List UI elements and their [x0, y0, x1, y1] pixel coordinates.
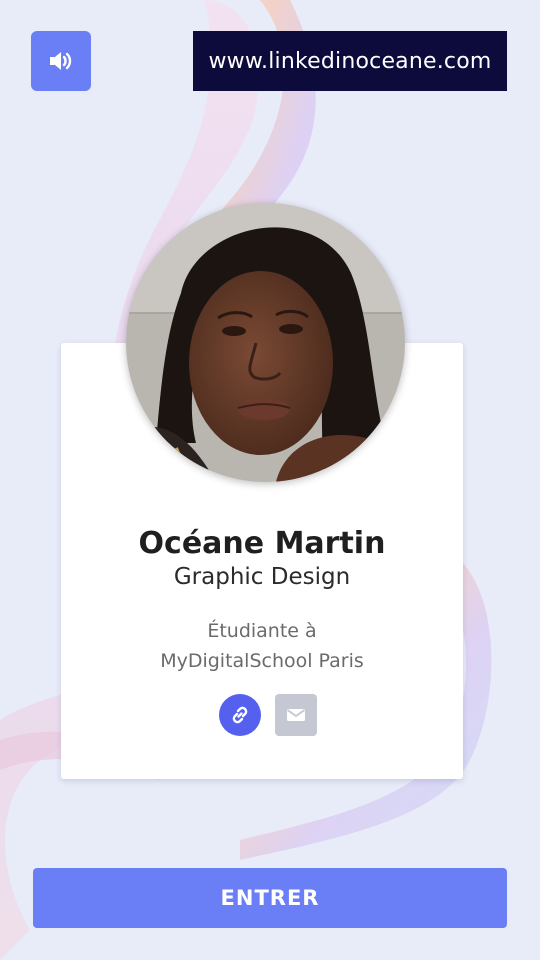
- link-icon: [232, 706, 248, 724]
- website-link[interactable]: www.linkedinoceane.com: [193, 31, 507, 91]
- profile-avatar: [126, 203, 405, 482]
- description-line-1: Étudiante à: [207, 620, 317, 642]
- mail-icon: [286, 709, 306, 721]
- description-line-2: MyDigitalSchool Paris: [160, 650, 364, 672]
- mail-button[interactable]: [275, 694, 317, 736]
- volume-icon: [50, 52, 72, 70]
- enter-button[interactable]: ENTRER: [33, 868, 507, 928]
- profile-photo: [126, 203, 405, 482]
- profile-description: Étudiante à MyDigitalSchool Paris: [61, 616, 463, 676]
- profile-role: Graphic Design: [173, 564, 351, 590]
- profile-name: Océane Martin: [138, 526, 386, 561]
- link-button[interactable]: [219, 694, 261, 736]
- sound-toggle-button[interactable]: [31, 31, 91, 91]
- landing-page: www.linkedinoceane.com Océane Martin Gra…: [0, 0, 540, 960]
